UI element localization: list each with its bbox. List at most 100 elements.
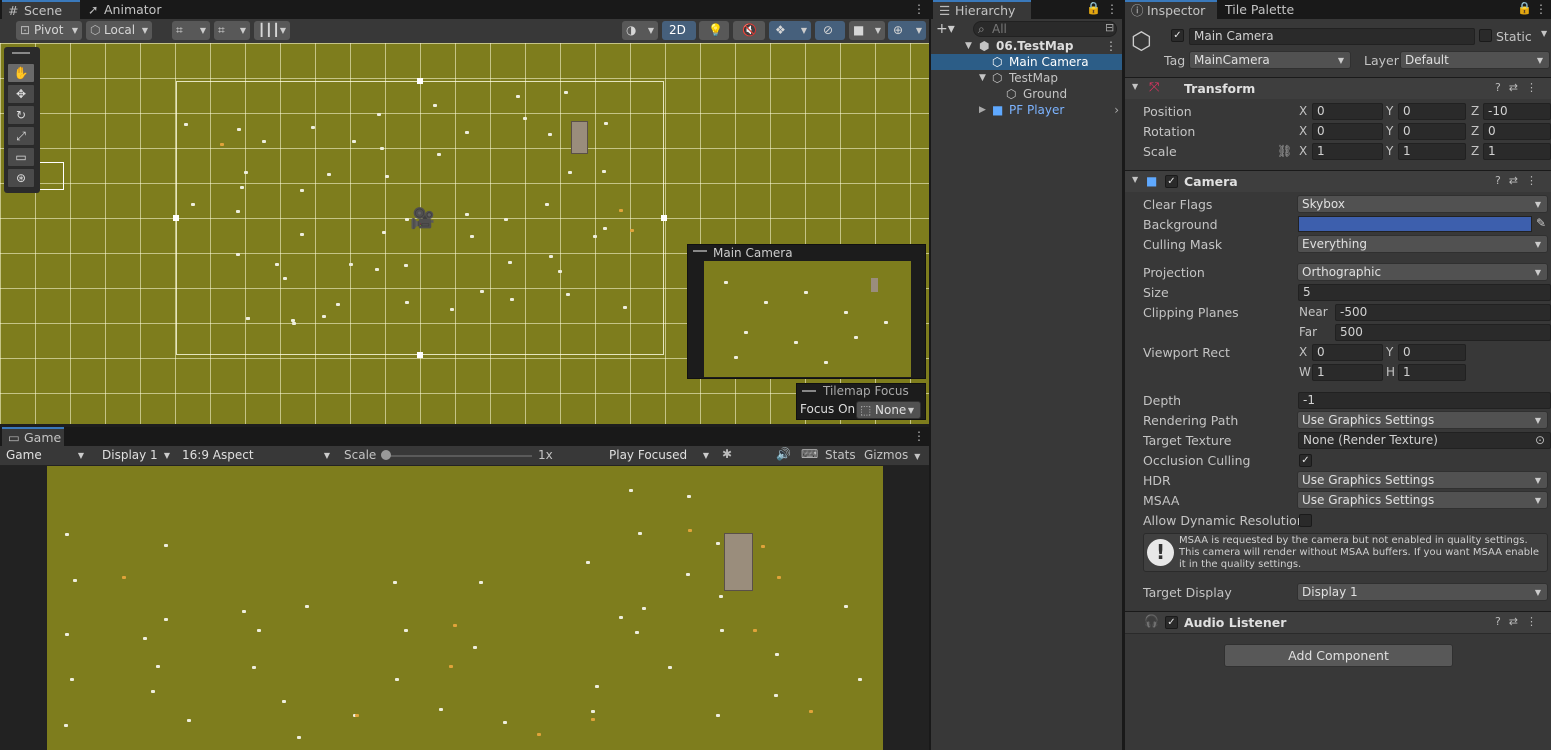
target-display-dropdown[interactable]: Display 1 ▼ [1297, 583, 1548, 601]
game-view-dropdown[interactable]: Game ▼ [2, 447, 90, 465]
viewport-w-field[interactable]: 1 [1312, 364, 1383, 381]
position-x-field[interactable]: 0 [1312, 103, 1383, 120]
bug-icon[interactable]: ✱ [722, 447, 732, 461]
scale-slider-track[interactable] [384, 455, 532, 457]
rotation-z-field[interactable]: 0 [1483, 123, 1551, 140]
grid-snap-button[interactable]: ⌗ ▼ [172, 21, 210, 40]
scale-z-field[interactable]: 1 [1483, 143, 1551, 160]
add-icon[interactable]: +▾ [936, 21, 955, 37]
tab-hierarchy[interactable]: ☰ Hierarchy [933, 0, 1031, 19]
expand-arrow-icon[interactable]: ▼ [979, 70, 986, 86]
viewport-y-field[interactable]: 0 [1398, 344, 1466, 361]
size-field[interactable]: 5 [1298, 284, 1551, 301]
gizmos-button[interactable]: ⊕ ▼ [888, 21, 926, 40]
projection-dropdown[interactable]: Orthographic ▼ [1297, 263, 1548, 281]
foldout-arrow-icon[interactable]: ▼ [1132, 175, 1138, 184]
static-checkbox[interactable] [1479, 29, 1492, 42]
scale-y-field[interactable]: 1 [1398, 143, 1466, 160]
bounds-handle[interactable] [173, 215, 179, 221]
eyedropper-icon[interactable]: ✎ [1536, 216, 1546, 230]
gameobject-large-icon[interactable]: ⬡ [1131, 27, 1152, 55]
rotation-x-field[interactable]: 0 [1312, 123, 1383, 140]
scene-visibility-button[interactable]: ⊘ [815, 21, 845, 40]
transform-tool-icon[interactable]: ⊛ [7, 168, 35, 188]
static-dropdown-icon[interactable]: ▼ [1541, 29, 1547, 38]
tab-game[interactable]: ▭ Game [2, 427, 64, 446]
hierarchy-item-testmap[interactable]: ▼ ⬡ TestMap [931, 70, 1123, 86]
hierarchy-search-input[interactable]: ⌕ All [973, 21, 1117, 37]
rotation-y-field[interactable]: 0 [1398, 123, 1466, 140]
scale-x-field[interactable]: 1 [1312, 143, 1383, 160]
foldout-arrow-icon[interactable]: ▼ [1132, 82, 1138, 91]
hierarchy-item-main-camera[interactable]: ⬡ Main Camera [931, 54, 1123, 70]
dynamic-resolution-checkbox[interactable] [1299, 514, 1312, 527]
rect-tool-icon[interactable]: ▭ [7, 147, 35, 167]
grid-visibility-button[interactable]: ⌗ ▼ [214, 21, 250, 40]
object-picker-icon[interactable]: ⊙ [1535, 433, 1545, 447]
hierarchy-item-pf-player[interactable]: ▶ ■ PF Player › [931, 102, 1123, 118]
expand-arrow-icon[interactable]: ▼ [965, 38, 972, 54]
drag-handle[interactable] [12, 52, 30, 54]
depth-field[interactable]: -1 [1298, 392, 1551, 409]
search-options-icon[interactable]: ⊟ [1105, 21, 1114, 34]
viewport-x-field[interactable]: 0 [1312, 344, 1383, 361]
hdr-dropdown[interactable]: Use Graphics Settings ▼ [1297, 471, 1548, 489]
hierarchy-item-scene[interactable]: ▼ ⬢ 06.TestMap ⋮ [931, 38, 1123, 54]
play-mode-dropdown[interactable]: Play Focused ▼ [605, 447, 715, 465]
effects-button[interactable]: ❖ ▼ [769, 21, 811, 40]
scale-tool-icon[interactable]: ⤢ [7, 126, 35, 146]
link-icon[interactable]: ⛓ [1277, 144, 1292, 158]
display-dropdown[interactable]: Display 1 ▼ [98, 447, 176, 465]
scene-menu-icon[interactable]: ⋮ [913, 2, 925, 16]
target-texture-field[interactable]: None (Render Texture) [1298, 432, 1551, 449]
keyboard-icon[interactable]: ⌨ [801, 447, 818, 461]
move-tool-icon[interactable]: ✥ [7, 84, 35, 104]
chevron-right-icon[interactable]: › [1114, 102, 1119, 118]
gizmos-dropdown[interactable]: Gizmos ▼ [864, 448, 920, 462]
hierarchy-item-ground[interactable]: ⬡ Ground [931, 86, 1123, 102]
msaa-dropdown[interactable]: Use Graphics Settings ▼ [1297, 491, 1548, 509]
expand-arrow-icon[interactable]: ▶ [979, 102, 986, 118]
object-name-input[interactable]: Main Camera [1189, 28, 1475, 45]
culling-mask-dropdown[interactable]: Everything ▼ [1297, 235, 1548, 253]
active-checkbox[interactable]: ✓ [1171, 29, 1184, 42]
bounds-handle[interactable] [661, 215, 667, 221]
background-color-swatch[interactable] [1298, 216, 1532, 232]
game-viewport[interactable] [0, 466, 929, 750]
occlusion-culling-checkbox[interactable]: ✓ [1299, 454, 1312, 467]
inspector-menu-icon[interactable]: ⋮ [1535, 2, 1547, 16]
item-menu-icon[interactable]: ⋮ [1105, 38, 1117, 54]
layer-dropdown[interactable]: Default ▼ [1400, 51, 1550, 69]
pivot-dropdown[interactable]: ⊡ Pivot ▼ [16, 21, 82, 40]
add-component-button[interactable]: Add Component [1224, 644, 1453, 667]
focus-on-dropdown[interactable]: ⬚ None ▼ [856, 401, 921, 419]
camera-gizmo-icon[interactable]: 🎥 [410, 206, 435, 230]
local-dropdown[interactable]: ⬡ Local ▼ [86, 21, 152, 40]
position-z-field[interactable]: -10 [1483, 103, 1551, 120]
rendering-path-dropdown[interactable]: Use Graphics Settings ▼ [1297, 411, 1548, 429]
mute-audio-icon[interactable]: 🔊 [776, 447, 791, 461]
transform-header[interactable]: ▼ ⤧ Transform ?⇄⋮ [1125, 77, 1551, 99]
viewport-h-field[interactable]: 1 [1398, 364, 1466, 381]
scene-viewport[interactable]: ✋ ✥ ↻ ⤢ ▭ ⊛ 🎥 Main Camera Tilemap Focus … [0, 43, 929, 424]
tab-scene[interactable]: # Scene [2, 0, 80, 19]
component-actions-icon[interactable]: ?⇄⋮ [1495, 615, 1545, 628]
lock-icon[interactable]: 🔒 [1517, 1, 1532, 15]
tab-tile-palette[interactable]: Tile Palette [1219, 0, 1317, 19]
bounds-handle[interactable] [417, 352, 423, 358]
lock-icon[interactable]: 🔒 [1086, 1, 1101, 15]
lighting-toggle-button[interactable]: 💡 [699, 21, 729, 40]
bounds-handle[interactable] [417, 78, 423, 84]
aspect-dropdown[interactable]: 16:9 Aspect ▼ [178, 447, 336, 465]
shading-mode-button[interactable]: ◑ ▼ [622, 21, 658, 40]
drag-handle[interactable] [802, 390, 816, 392]
position-y-field[interactable]: 0 [1398, 103, 1466, 120]
audio-listener-header[interactable]: 🎧 ✓ Audio Listener ?⇄⋮ [1125, 611, 1551, 633]
audio-toggle-button[interactable]: 🔇 [733, 21, 765, 40]
component-actions-icon[interactable]: ?⇄⋮ [1495, 174, 1545, 187]
camera-settings-button[interactable]: ■ ▼ [849, 21, 885, 40]
hand-tool-icon[interactable]: ✋ [7, 63, 35, 83]
2d-toggle-button[interactable]: 2D [662, 21, 696, 40]
clear-flags-dropdown[interactable]: Skybox ▼ [1297, 195, 1548, 213]
camera-enabled-checkbox[interactable]: ✓ [1165, 175, 1178, 188]
